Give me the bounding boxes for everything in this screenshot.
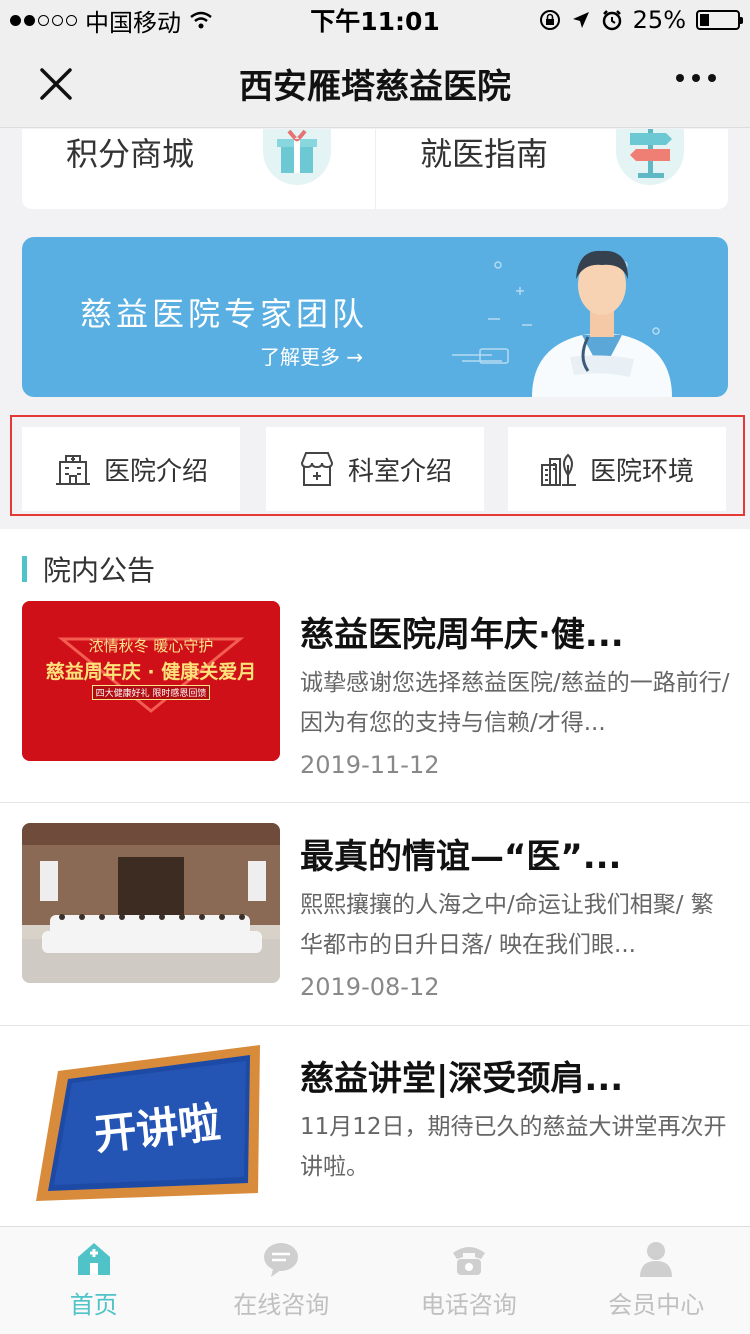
tab-online-consult[interactable]: 在线咨询 [188,1227,376,1334]
notice-thumbnail: 浓情秋冬 暖心守护 慈益周年庆 · 健康关爱月 四大健康好礼 限时感恩回馈 [22,601,280,761]
divider [0,1025,750,1026]
carrier-label: 中国移动 [85,8,181,37]
tab-home[interactable]: 首页 [0,1227,188,1334]
section-title-text: 院内公告 [43,554,156,587]
home-icon [77,1243,110,1275]
nav-label: 医院介绍 [103,456,208,487]
nav-label: 医院环境 [589,456,694,487]
tab-member-center[interactable]: 会员中心 [563,1227,750,1334]
quick-link-label: 积分商城 [66,135,195,173]
signal-icon [10,14,77,26]
rotation-lock-icon [539,10,560,30]
wifi-icon [190,11,212,29]
status-time: 下午11:01 [310,7,440,36]
notice-thumbnail: 开讲啦 [22,1043,280,1203]
thumb-line-2: 慈益周年庆 · 健康关爱月 [45,661,257,683]
section-title: 院内公告 [22,549,155,589]
notice-date: 2019-11-12 [300,751,440,779]
page-title: 西安雁塔慈益医院 [239,67,511,107]
notice-desc: 熙熙攘攘的人海之中/命运让我们相聚/ 繁华都市的日升日落/ 映在我们眼... [300,892,714,958]
notice-item[interactable]: 最真的情谊—“医”... 熙熙攘攘的人海之中/命运让我们相聚/ 繁华都市的日升日… [0,821,750,1023]
title-bar: 西安雁塔慈益医院 [0,40,750,128]
notice-date: 2019-08-12 [300,973,440,1001]
notice-item[interactable]: 浓情秋冬 暖心守护 慈益周年庆 · 健康关爱月 四大健康好礼 限时感恩回馈 慈益… [0,599,750,801]
tab-phone-consult[interactable]: 电话咨询 [375,1227,563,1334]
more-icon[interactable] [676,74,716,82]
notice-desc: 11月12日，期待已久的慈益大讲堂再次开讲啦。 [300,1114,727,1180]
tab-label: 会员中心 [608,1291,705,1319]
signpost-icon [616,129,684,185]
status-bar: 中国移动 下午11:01 25% [0,0,750,40]
environment-icon [540,453,576,486]
main-content: 积分商城 就医指南 慈益医院专家团队 了解更多 → 医院介绍 科室介绍 医院环境… [0,129,750,1226]
expert-team-banner[interactable]: 慈益医院专家团队 了解更多 → [22,237,728,397]
battery-percent: 25% [632,6,686,34]
notice-desc: 诚挚感谢您选择慈益医院/慈益的一路前行/因为有您的支持与信赖/才得... [300,670,730,736]
quick-link-label: 就医指南 [420,135,549,173]
banner-title: 慈益医院专家团队 [80,295,369,333]
tab-label: 首页 [69,1291,118,1319]
location-icon [572,12,589,28]
notice-item[interactable]: 开讲啦 慈益讲堂|深受颈肩... 11月12日，期待已久的慈益大讲堂再次开讲啦。 [0,1043,750,1226]
nav-label: 科室介绍 [347,456,452,487]
notice-title: 最真的情谊—“医”... [300,837,622,877]
quick-link-points-mall[interactable]: 积分商城 [22,129,375,209]
thumb-line-3: 四大健康好礼 限时感恩回馈 [92,685,210,700]
gift-icon [263,129,331,185]
nav-hospital-intro[interactable]: 医院介绍 [22,427,240,511]
notice-title: 慈益医院周年庆·健... [300,615,624,655]
tab-label: 电话咨询 [420,1291,517,1319]
phone-icon [452,1247,485,1275]
close-icon[interactable] [36,64,76,104]
department-icon [300,452,333,486]
divider [0,802,750,803]
tab-bar: 首页 在线咨询 电话咨询 会员中心 [0,1226,750,1334]
nav-department-intro[interactable]: 科室介绍 [266,427,484,511]
notices-section: 院内公告 浓情秋冬 暖心守护 慈益周年庆 · 健康关爱月 四大健康好礼 限时感恩… [0,529,750,1226]
battery-icon [696,10,743,30]
quick-links-card: 积分商城 就医指南 [22,129,728,209]
hospital-icon [55,455,90,485]
notice-title: 慈益讲堂|深受颈肩... [300,1059,624,1099]
tab-label: 在线咨询 [233,1291,330,1319]
hospital-nav-highlight: 医院介绍 科室介绍 医院环境 [10,415,745,516]
quick-link-guide[interactable]: 就医指南 [375,129,728,209]
chat-icon [264,1243,299,1277]
notice-thumbnail [22,823,280,983]
thumb-line-1: 浓情秋冬 暖心守护 [88,637,214,655]
banner-more-link[interactable]: 了解更多 → [260,341,363,370]
alarm-icon [602,10,621,31]
nav-hospital-environment[interactable]: 医院环境 [508,427,726,511]
user-icon [640,1242,673,1277]
